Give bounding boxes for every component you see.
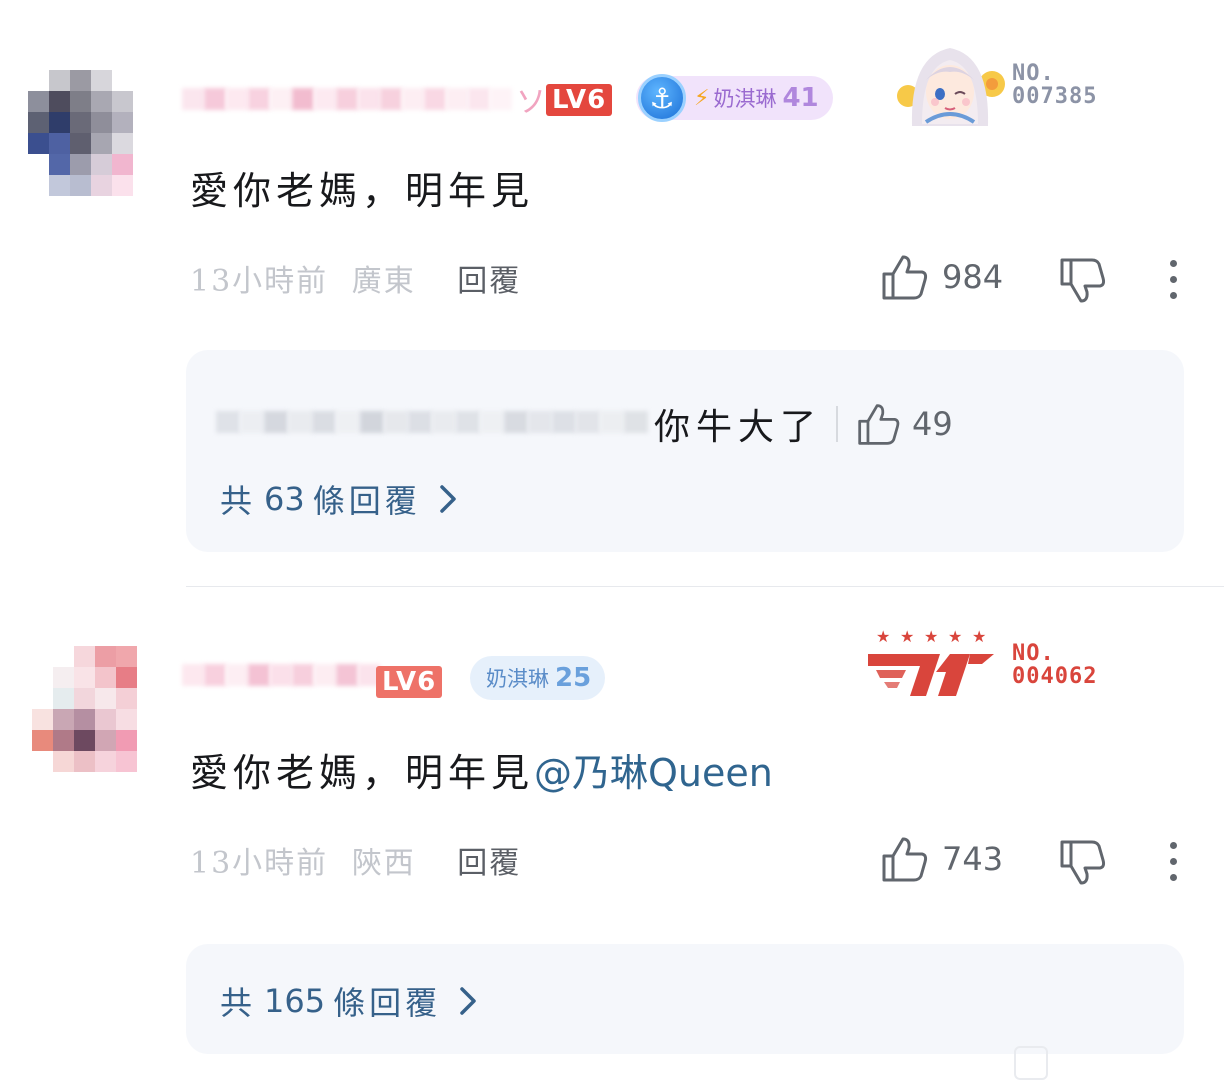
total-replies-suffix: 條回覆 xyxy=(312,482,421,520)
fan-medal-badge[interactable]: 奶淇琳 25 xyxy=(470,656,606,700)
svg-text:★: ★ xyxy=(972,627,986,646)
sub-reply-like-count: 49 xyxy=(912,405,953,443)
mention-link[interactable]: @乃琳Queen xyxy=(534,751,773,795)
fan-medal-name: 奶淇琳 xyxy=(486,667,549,691)
svg-text:★: ★ xyxy=(948,627,962,646)
comment-meta: 13小時前 陝西 回覆 xyxy=(190,838,521,882)
comment-meta: 13小時前 廣東 回覆 xyxy=(190,256,521,300)
anime-character-decoration xyxy=(897,48,1005,126)
thumbs-up-icon xyxy=(858,404,900,445)
sub-reply-like-button[interactable]: 49 xyxy=(856,401,953,447)
comment-list: ソ LV6 ⚓ ⚡ 奶淇琳 41 NO. 007385 愛你老媽，明年見 13小… xyxy=(0,0,1224,1087)
thumbs-up-icon xyxy=(882,255,928,300)
svg-text:★: ★ xyxy=(900,627,914,646)
svg-text:★: ★ xyxy=(924,627,938,646)
reply-preview-box: 你牛大了 49 共 63 條回覆 xyxy=(186,350,1184,552)
fan-medal-level: 25 xyxy=(555,663,592,693)
svg-text:★: ★ xyxy=(876,627,890,646)
watermark-logo-icon xyxy=(1014,1046,1048,1080)
sub-reply-username-blurred[interactable] xyxy=(216,411,648,437)
total-replies-prefix: 共 xyxy=(220,482,257,520)
total-replies-prefix: 共 xyxy=(220,984,257,1022)
chevron-right-icon xyxy=(460,987,476,1015)
reply-button[interactable]: 回覆 xyxy=(457,264,521,299)
username-tail: ソ xyxy=(516,85,546,120)
comment-content: 愛你老媽，明年見 xyxy=(190,169,535,213)
comment-location: 廣東 xyxy=(351,264,416,299)
lightning-icon: ⚡ xyxy=(694,85,710,111)
view-all-replies-link[interactable]: 共 165 條回覆 xyxy=(220,978,483,1024)
fan-medal-badge[interactable]: ⚓ ⚡ 奶淇琳 41 xyxy=(636,74,833,122)
username-blurred[interactable] xyxy=(182,654,380,696)
thumbs-up-icon xyxy=(882,837,928,882)
thumbs-down-icon xyxy=(1060,840,1106,885)
more-vertical-icon[interactable] xyxy=(1168,260,1178,299)
chevron-right-icon xyxy=(440,485,456,513)
total-replies-count: 63 xyxy=(264,480,305,518)
username-blurred[interactable]: ソ xyxy=(182,78,546,120)
avatar[interactable] xyxy=(28,70,154,196)
comment-text: 愛你老媽，明年見@乃琳Queen xyxy=(190,742,773,797)
level-badge: LV6 xyxy=(376,666,443,698)
reply-button[interactable]: 回覆 xyxy=(457,846,521,881)
comment-time: 13小時前 xyxy=(190,846,329,881)
total-replies-count: 165 xyxy=(264,982,326,1020)
comment-location: 陝西 xyxy=(351,846,416,881)
more-vertical-icon[interactable] xyxy=(1168,842,1178,881)
fan-medal-name: 奶淇琳 xyxy=(713,87,777,111)
decoration-number: NO. 007385 xyxy=(1012,61,1098,109)
decoration-number: NO. 004062 xyxy=(1012,641,1098,689)
fan-medal-level: 41 xyxy=(782,83,819,113)
like-count: 743 xyxy=(942,840,1004,878)
t1-logo-decoration: ★ ★ ★ ★ ★ xyxy=(868,627,994,696)
reply-preview-box: 共 165 條回覆 xyxy=(186,944,1184,1054)
like-count: 984 xyxy=(942,258,1004,296)
view-all-replies-link[interactable]: 共 63 條回覆 xyxy=(220,476,463,522)
sub-reply-text: 你牛大了 xyxy=(654,407,823,448)
watermark xyxy=(1004,1039,1224,1087)
like-button[interactable]: 984 xyxy=(880,252,1003,302)
thumbs-down-icon xyxy=(1060,258,1106,303)
dislike-button[interactable] xyxy=(1058,838,1108,888)
anchor-icon: ⚓ xyxy=(638,74,686,122)
comment-text: 愛你老媽，明年見 xyxy=(190,160,534,215)
divider xyxy=(836,406,839,442)
avatar[interactable] xyxy=(32,646,158,772)
like-button[interactable]: 743 xyxy=(880,834,1003,884)
sub-reply-item: 你牛大了 49 xyxy=(216,401,953,448)
comment-divider xyxy=(186,586,1224,587)
dislike-button[interactable] xyxy=(1058,256,1108,306)
total-replies-suffix: 條回覆 xyxy=(333,984,442,1022)
level-badge: LV6 xyxy=(546,84,613,116)
comment-content: 愛你老媽，明年見 xyxy=(190,751,535,795)
comment-time: 13小時前 xyxy=(190,264,329,299)
